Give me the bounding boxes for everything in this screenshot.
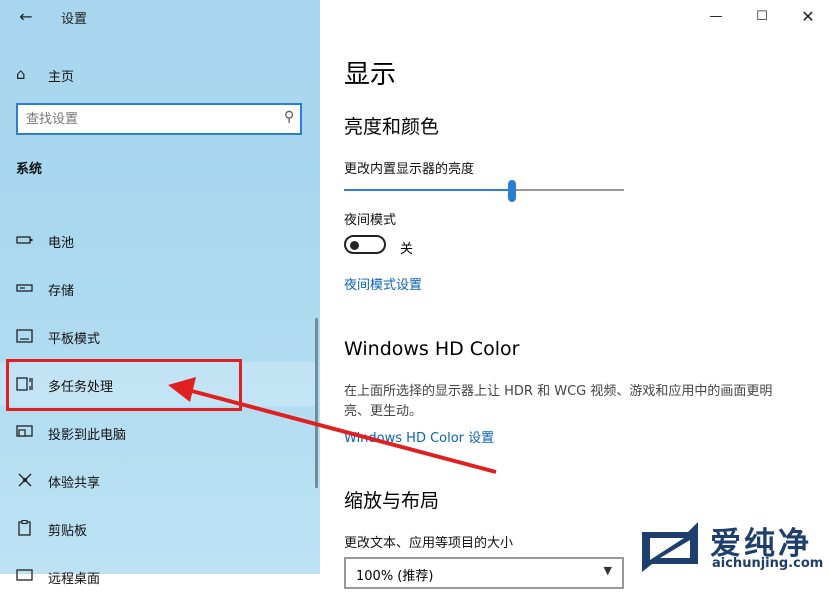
sidebar-item-clipboard[interactable]: 剪贴板 — [0, 506, 316, 550]
page-title: 显示 — [344, 60, 397, 90]
sidebar-item-label: 剪贴板 — [48, 524, 88, 539]
section-title: 系统 — [16, 162, 43, 177]
toggle-knob — [350, 240, 359, 250]
night-light-settings-link[interactable]: 夜间模式设置 — [344, 274, 422, 293]
sidebar-item-project[interactable]: 投影到此电脑 — [0, 410, 316, 454]
sidebar-item-label: 远程桌面 — [48, 572, 101, 587]
scale-dropdown[interactable]: 100% (推荐) ▼ — [344, 557, 624, 589]
close-icon[interactable]: ✕ — [790, 6, 826, 28]
watermark-url: aichunjing.com — [712, 556, 824, 571]
sidebar-item-storage[interactable]: 存储 — [0, 266, 316, 310]
brightness-heading: 亮度和颜色 — [344, 116, 440, 138]
storage-icon — [16, 284, 33, 292]
back-arrow-icon[interactable]: ← — [14, 6, 38, 28]
sidebar-item-label: 电池 — [48, 236, 75, 251]
slider-thumb[interactable] — [508, 180, 516, 202]
sidebar-item-label: 平板模式 — [48, 332, 101, 347]
brightness-label: 更改内置显示器的亮度 — [344, 162, 475, 177]
sidebar-item-label: 投影到此电脑 — [48, 428, 127, 443]
sidebar-home[interactable]: ⌂ 主页 — [0, 60, 320, 88]
sidebar-item-label: 存储 — [48, 284, 75, 299]
tablet-mode-icon — [16, 329, 33, 343]
search-input[interactable] — [26, 110, 266, 128]
sidebar-item-shared-experiences[interactable]: 体验共享 — [0, 458, 316, 502]
brightness-slider[interactable] — [344, 178, 624, 202]
night-light-state: 关 — [400, 242, 414, 257]
night-light-toggle[interactable] — [344, 235, 386, 254]
hdr-description: 在上面所选择的显示器上让 HDR 和 WCG 视频、游戏和应用中的画面更明亮、更… — [344, 384, 773, 419]
sidebar-item-remote-desktop[interactable]: 远程桌面 — [0, 554, 316, 598]
battery-icon — [16, 236, 33, 244]
remote-desktop-icon — [16, 569, 33, 581]
scale-label: 更改文本、应用等项目的大小 — [344, 536, 514, 551]
maximize-icon[interactable]: ☐ — [744, 6, 780, 28]
sidebar-home-label: 主页 — [48, 70, 75, 85]
home-icon: ⌂ — [16, 65, 26, 83]
minimize-icon[interactable]: — — [698, 6, 734, 28]
slider-fill — [344, 189, 512, 191]
watermark: 爱纯净 aichunjing.com — [640, 518, 830, 574]
scale-heading: 缩放与布局 — [344, 490, 440, 512]
scale-dropdown-value: 100% (推荐) — [356, 569, 434, 584]
sidebar-item-label: 体验共享 — [48, 476, 101, 491]
watermark-logo-icon — [642, 522, 698, 572]
search-box[interactable]: ⚲ — [16, 103, 302, 135]
hdr-heading: Windows HD Color — [344, 338, 520, 360]
chevron-down-icon: ▼ — [603, 564, 612, 577]
hdr-settings-link[interactable]: Windows HD Color 设置 — [344, 427, 494, 446]
sidebar-item-tablet-mode[interactable]: 平板模式 — [0, 314, 316, 358]
shared-experiences-icon — [18, 473, 32, 487]
sidebar: ← 设置 ⌂ 主页 ⚲ 系统 电池 存储 平板模式 多任务处理 投影到此电脑 体… — [0, 0, 320, 587]
annotation-highlight-box — [6, 359, 242, 411]
sidebar-item-battery[interactable]: 电池 — [0, 218, 316, 262]
night-light-label: 夜间模式 — [344, 213, 397, 228]
clipboard-icon — [18, 520, 31, 536]
app-title: 设置 — [61, 12, 88, 27]
sidebar-scrollbar[interactable] — [315, 318, 318, 488]
search-icon[interactable]: ⚲ — [284, 109, 294, 125]
project-icon — [16, 425, 33, 437]
